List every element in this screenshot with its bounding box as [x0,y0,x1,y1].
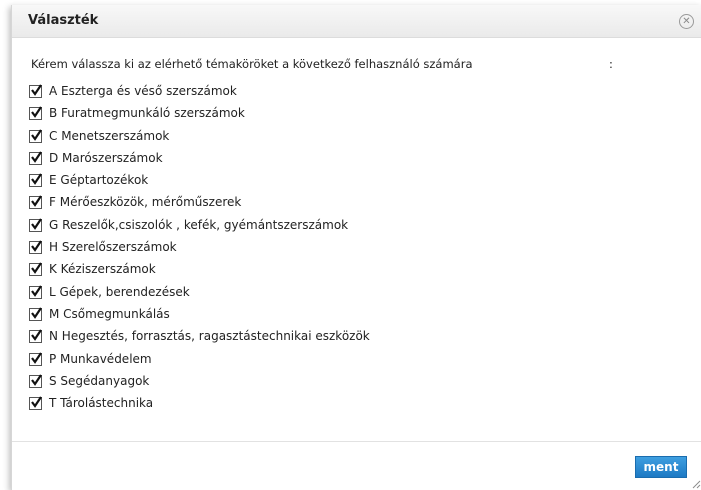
category-checkbox[interactable] [29,396,42,411]
category-label: L Gépek, berendezések [49,284,190,299]
category-checkbox[interactable] [29,351,42,366]
footer-divider [12,441,701,442]
category-checkbox[interactable] [29,240,42,255]
category-item[interactable]: K Kéziszerszámok [29,262,370,284]
category-label: F Mérőeszközök, mérőműszerek [49,195,242,210]
category-checkbox[interactable] [29,128,42,143]
category-checkbox[interactable] [29,151,42,165]
category-item[interactable]: D Marószerszámok [29,151,370,173]
category-item[interactable]: P Munkavédelem [29,352,370,374]
category-label: M Csőmegmunkálás [49,306,170,321]
category-label: P Munkavédelem [49,351,152,366]
category-label: A Eszterga és véső szerszámok [49,84,237,98]
category-item[interactable]: L Gépek, berendezések [29,285,370,307]
category-item[interactable]: N Hegesztés, forrasztás, ragasztástechni… [29,329,370,351]
category-label: H Szerelőszerszámok [49,240,177,255]
dialog-title: Választék [28,13,99,28]
category-item[interactable]: M Csőmegmunkálás [29,307,370,329]
category-item[interactable]: H Szerelőszerszámok [29,240,370,262]
resize-grip-icon[interactable] [691,479,701,489]
category-checkbox[interactable] [29,173,42,188]
selection-dialog: Választék ✕ Kérem válassza ki az elérhet… [11,5,701,490]
category-label: T Tárolástechnika [49,396,154,411]
category-item[interactable]: G Reszelők,csiszolók , kefék, gyémántsze… [29,218,370,240]
category-item[interactable]: E Géptartozékok [29,173,370,195]
category-label: N Hegesztés, forrasztás, ragasztástechni… [49,329,370,344]
category-list: A Eszterga és véső szerszámok B Furatmegm… [29,84,370,418]
save-button[interactable]: ment [635,456,687,478]
category-item[interactable]: S Segédanyagok [29,374,370,396]
category-checkbox[interactable] [29,106,42,121]
category-label: E Géptartozékok [49,173,149,188]
category-item[interactable]: C Menetszerszámok [29,129,370,151]
category-checkbox[interactable] [29,84,42,98]
category-checkbox[interactable] [29,307,42,321]
category-checkbox[interactable] [29,329,42,344]
close-icon[interactable]: ✕ [679,14,694,29]
prompt-colon: : [609,57,613,71]
category-label: D Marószerszámok [49,150,163,165]
dialog-titlebar: Választék ✕ [12,5,701,38]
category-label: B Furatmegmunkáló szerszámok [49,106,245,121]
category-checkbox[interactable] [29,218,42,232]
category-checkbox[interactable] [29,262,42,277]
category-checkbox[interactable] [29,285,42,299]
category-label: C Menetszerszámok [49,128,170,143]
category-item[interactable]: F Mérőeszközök, mérőműszerek [29,195,370,217]
category-item[interactable]: A Eszterga és véső szerszámok [29,84,370,106]
category-item[interactable]: B Furatmegmunkáló szerszámok [29,106,370,128]
prompt-text: Kérem válassza ki az elérhető témaköröke… [31,57,473,71]
category-label: S Segédanyagok [49,373,150,388]
category-checkbox[interactable] [29,195,42,210]
category-label: G Reszelők,csiszolók , kefék, gyémántsze… [49,217,349,232]
category-checkbox[interactable] [29,374,42,388]
category-label: K Kéziszerszámok [49,262,156,277]
category-item[interactable]: T Tárolástechnika [29,396,370,418]
